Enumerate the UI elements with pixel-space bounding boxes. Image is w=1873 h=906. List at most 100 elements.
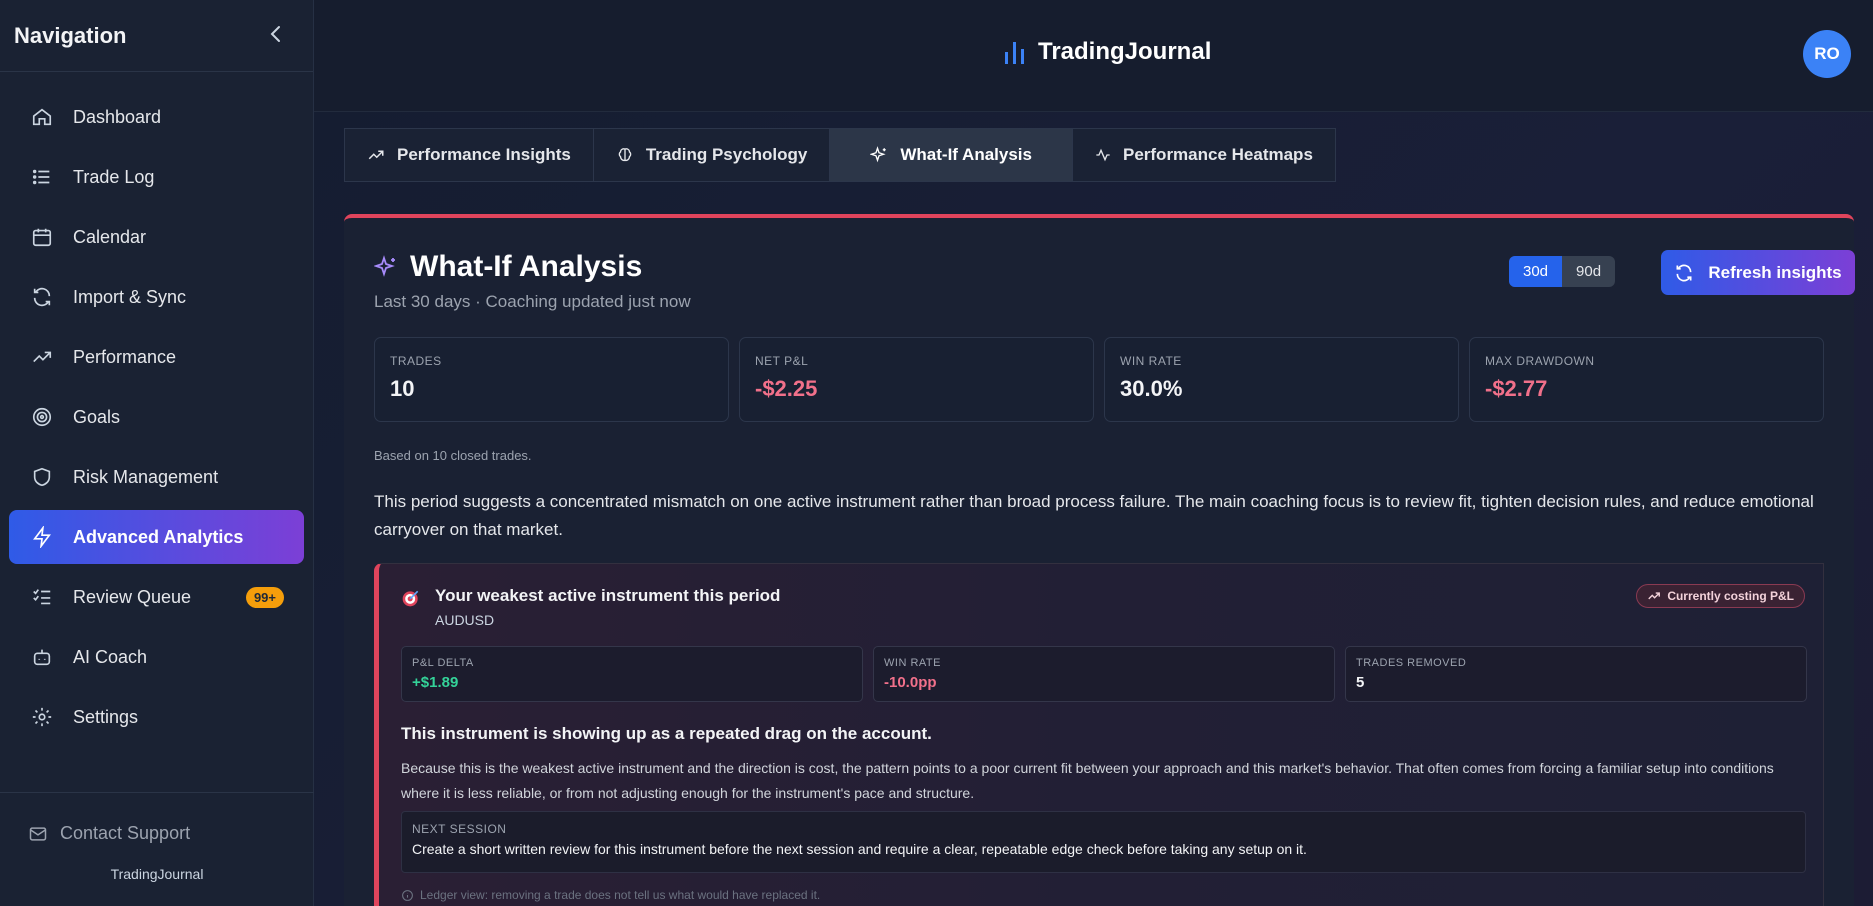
sidebar-item-import-sync[interactable]: Import & Sync: [9, 270, 304, 324]
stat-label: WIN RATE: [1120, 354, 1182, 368]
analytics-tabs: Performance Insights Trading Psychology …: [344, 128, 1336, 182]
based-on-note: Based on 10 closed trades.: [374, 448, 532, 463]
sidebar-item-label: Performance: [73, 346, 177, 367]
brain-icon: [616, 146, 634, 164]
gear-icon: [29, 704, 55, 730]
refresh-icon: [1674, 263, 1694, 283]
shield-icon: [29, 464, 55, 490]
app-title: TradingJournal: [1038, 38, 1212, 65]
trending-up-icon: [367, 146, 385, 164]
next-session-label: NEXT SESSION: [412, 822, 507, 836]
range-90d-button[interactable]: 90d: [1562, 256, 1615, 287]
sidebar-item-performance[interactable]: Performance: [9, 330, 304, 384]
status-badge-label: Currently costing P&L: [1667, 589, 1794, 603]
sidebar-item-dashboard[interactable]: Dashboard: [9, 90, 304, 144]
status-badge: Currently costing P&L: [1636, 584, 1805, 608]
weakest-instrument-panel: Your weakest active instrument this peri…: [374, 563, 1824, 906]
sidebar-item-label: Review Queue: [73, 586, 192, 607]
bot-icon: [29, 644, 55, 670]
stat-win-rate: WIN RATE 30.0%: [1104, 337, 1459, 422]
sidebar-item-ai-coach[interactable]: AI Coach: [9, 630, 304, 684]
refresh-insights-button[interactable]: Refresh insights: [1661, 250, 1855, 295]
app-logo[interactable]: TradingJournal: [1004, 38, 1211, 66]
tab-label: What-If Analysis: [900, 145, 1032, 164]
sidebar-item-label: Goals: [73, 406, 121, 427]
metric-win-rate: WIN RATE -10.0pp: [873, 646, 1335, 702]
tab-performance-insights[interactable]: Performance Insights: [345, 129, 594, 181]
what-if-card: What-If Analysis Last 30 days · Coaching…: [344, 214, 1855, 906]
sparkles-icon: [870, 146, 888, 164]
stat-net-pnl: NET P&L -$2.25: [739, 337, 1094, 422]
stat-label: MAX DRAWDOWN: [1485, 354, 1595, 368]
info-icon: [401, 889, 414, 902]
sidebar-title: Navigation: [14, 22, 127, 48]
stat-value: 30.0%: [1120, 376, 1183, 401]
coaching-summary: This period suggests a concentrated mism…: [374, 492, 1814, 539]
next-session-box: NEXT SESSION Create a short written revi…: [401, 811, 1806, 873]
tab-performance-heatmaps[interactable]: Performance Heatmaps: [1073, 129, 1335, 181]
card-title: What-If Analysis: [374, 250, 642, 284]
tab-what-if-analysis[interactable]: What-If Analysis: [830, 129, 1073, 181]
trending-up-icon: [29, 344, 55, 370]
top-bar: TradingJournal RO: [314, 0, 1873, 112]
target-icon: [29, 404, 55, 430]
metric-value: 5: [1356, 674, 1365, 691]
chevron-left-icon[interactable]: [269, 25, 283, 47]
target-icon: [401, 588, 421, 608]
sparkles-icon: [374, 255, 398, 279]
stat-value: 10: [390, 376, 415, 401]
tab-label: Trading Psychology: [645, 145, 808, 164]
sidebar-item-calendar[interactable]: Calendar: [9, 210, 304, 264]
sidebar-header: Navigation: [0, 0, 313, 72]
main-content: Performance Insights Trading Psychology …: [314, 112, 1873, 906]
trending-up-icon: [1647, 589, 1661, 603]
sidebar-brand: TradingJournal: [110, 866, 204, 882]
insight-body: Because this is the weakest active instr…: [401, 760, 1774, 801]
ledger-note-text: Ledger view: removing a trade does not t…: [420, 888, 821, 902]
tab-label: Performance Insights: [397, 145, 571, 164]
tab-trading-psychology[interactable]: Trading Psychology: [594, 129, 831, 181]
stat-value: -$2.25: [755, 376, 818, 401]
sidebar-item-settings[interactable]: Settings: [9, 690, 304, 744]
sidebar-item-risk-management[interactable]: Risk Management: [9, 450, 304, 504]
stat-trades: TRADES 10: [374, 337, 729, 422]
metric-label: TRADES REMOVED: [1356, 657, 1467, 669]
metric-label: P&L DELTA: [412, 657, 474, 669]
calendar-icon: [29, 224, 55, 250]
bar-chart-icon: [1004, 39, 1026, 65]
stats-row: TRADES 10 NET P&L -$2.25 WIN RATE 30.0% …: [374, 337, 1824, 422]
sidebar-item-advanced-analytics[interactable]: Advanced Analytics: [9, 510, 304, 564]
sidebar-item-review-queue[interactable]: Review Queue 99+: [9, 570, 304, 624]
tab-label: Performance Heatmaps: [1122, 145, 1313, 164]
card-subtitle: Last 30 days · Coaching updated just now: [374, 292, 691, 311]
sidebar-item-trade-log[interactable]: Trade Log: [9, 150, 304, 204]
bolt-icon: [29, 524, 55, 550]
sidebar-item-label: Settings: [73, 706, 139, 727]
metric-trades-removed: TRADES REMOVED 5: [1345, 646, 1807, 702]
insight-metrics: P&L DELTA +$1.89 WIN RATE -10.0pp TRADES…: [401, 646, 1807, 702]
metric-label: WIN RATE: [884, 657, 941, 669]
stat-label: NET P&L: [755, 354, 809, 368]
metric-value: +$1.89: [412, 674, 459, 691]
refresh-label: Refresh insights: [1708, 262, 1842, 282]
home-icon: [29, 104, 55, 130]
sidebar: Navigation Dashboard Trade Log Calendar …: [0, 0, 314, 906]
contact-support-link[interactable]: Contact Support: [0, 793, 314, 844]
ledger-note: Ledger view: removing a trade does not t…: [401, 888, 820, 902]
sidebar-item-label: Risk Management: [73, 466, 219, 487]
sidebar-item-label: Calendar: [73, 226, 147, 247]
sidebar-nav: Dashboard Trade Log Calendar Import & Sy…: [0, 72, 313, 744]
avatar[interactable]: RO: [1803, 30, 1851, 78]
refresh-icon: [29, 284, 55, 310]
range-30d-button[interactable]: 30d: [1509, 256, 1563, 287]
contact-support-label: Contact Support: [60, 823, 191, 843]
range-toggle: 30d 90d: [1509, 256, 1616, 287]
metric-pnl-delta: P&L DELTA +$1.89: [401, 646, 863, 702]
stat-label: TRADES: [390, 354, 442, 368]
sidebar-item-goals[interactable]: Goals: [9, 390, 304, 444]
insight-header: Your weakest active instrument this peri…: [401, 586, 780, 628]
review-queue-badge: 99+: [245, 586, 284, 608]
sidebar-footer: Contact Support TradingJournal: [0, 792, 314, 906]
list-icon: [29, 164, 55, 190]
insight-title: Your weakest active instrument this peri…: [435, 586, 781, 605]
